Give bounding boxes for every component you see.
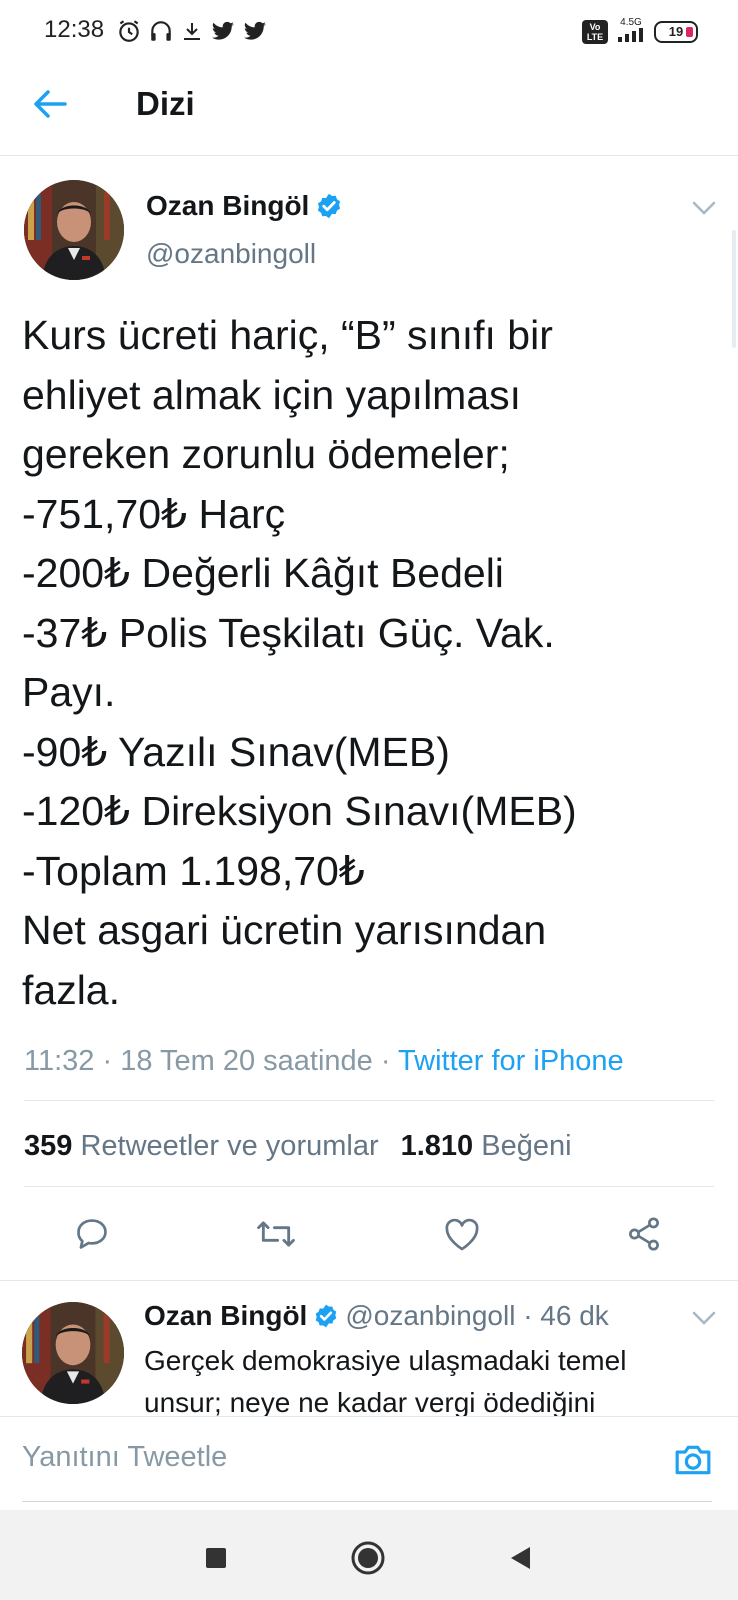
chevron-down-icon[interactable] bbox=[690, 1306, 718, 1330]
share-button[interactable] bbox=[622, 1212, 666, 1256]
verified-badge-icon bbox=[316, 1304, 337, 1328]
reply-author-name: Ozan Bingöl bbox=[144, 1300, 308, 1331]
triangle-back-icon bbox=[511, 1547, 530, 1569]
like-button[interactable] bbox=[440, 1212, 484, 1256]
square-icon bbox=[206, 1548, 226, 1568]
author-avatar[interactable] bbox=[24, 180, 124, 280]
tweet-text: Kurs ücreti hariç, “B” sınıfı bir ehliye… bbox=[22, 312, 577, 1013]
retweets-count: 359 bbox=[24, 1130, 73, 1162]
battery-icon: 19 bbox=[654, 20, 698, 43]
author-name-text: Ozan Bingöl bbox=[146, 190, 310, 221]
likes-count: 1.810 bbox=[400, 1130, 474, 1162]
home-circle-icon bbox=[351, 1541, 385, 1575]
scrollbar[interactable] bbox=[732, 230, 736, 348]
status-time: 12:38 bbox=[44, 16, 105, 43]
system-nav-bar bbox=[0, 1510, 738, 1600]
share-icon bbox=[629, 1217, 659, 1251]
network-type: 4.5G bbox=[616, 18, 646, 45]
retweets-stat[interactable]: 359 Retweetler ve yorumlar bbox=[24, 1130, 379, 1162]
retweets-label: Retweetler ve yorumlar bbox=[80, 1130, 379, 1162]
back-button[interactable] bbox=[28, 82, 72, 126]
headset-icon bbox=[151, 21, 171, 41]
divider bbox=[0, 1280, 738, 1281]
twitter-bird-icon bbox=[212, 21, 234, 40]
camera-button[interactable] bbox=[672, 1439, 714, 1481]
likes-label: Beğeni bbox=[481, 1130, 572, 1162]
avatar-image bbox=[24, 180, 124, 280]
verified-badge-icon bbox=[318, 193, 341, 219]
author-handle[interactable]: @ozanbingoll bbox=[146, 238, 316, 270]
chevron-down-icon[interactable] bbox=[690, 196, 718, 220]
camera-icon bbox=[675, 1445, 711, 1475]
volte-icon: Vo LTE bbox=[582, 19, 608, 44]
alarm-icon bbox=[119, 20, 139, 42]
tweet-timestamp: 11:32 · 18 Tem 20 saatinde · bbox=[24, 1045, 399, 1077]
retweet-button[interactable] bbox=[254, 1212, 298, 1256]
recents-button[interactable] bbox=[194, 1536, 238, 1580]
compose-bar bbox=[0, 1416, 738, 1510]
app-header: Dizi bbox=[0, 52, 738, 156]
battery-level bbox=[686, 26, 693, 37]
reply-author-avatar[interactable] bbox=[22, 1302, 124, 1404]
home-button[interactable] bbox=[346, 1536, 390, 1580]
likes-stat[interactable]: 1.810 Beğeni bbox=[401, 1130, 572, 1162]
download-icon bbox=[184, 23, 200, 40]
divider bbox=[24, 1186, 714, 1187]
avatar-image bbox=[22, 1302, 124, 1404]
author-name[interactable]: Ozan Bingöl bbox=[146, 190, 343, 222]
status-bar: 12:38 Vo LTE 4.5G 19 bbox=[0, 0, 738, 52]
divider bbox=[24, 1100, 714, 1101]
retweet-icon bbox=[257, 1221, 295, 1247]
tweet-meta: 11:32 · 18 Tem 20 saatinde · Twitter for… bbox=[24, 1045, 624, 1078]
tweet-stats: 359 Retweetler ve yorumlar 1.810 Beğeni bbox=[24, 1130, 572, 1163]
back-nav-button[interactable] bbox=[498, 1536, 542, 1580]
page-title: Dizi bbox=[136, 85, 195, 122]
signal-icon bbox=[618, 28, 643, 42]
notification-icons bbox=[116, 18, 268, 44]
reply-button[interactable] bbox=[70, 1212, 114, 1256]
arrow-left-icon bbox=[34, 90, 67, 118]
reply-text: Gerçek demokrasiye ulaşmadaki temel unsu… bbox=[144, 1345, 627, 1418]
reply-input[interactable] bbox=[22, 1427, 652, 1487]
twitter-bird-icon bbox=[244, 21, 266, 40]
reply-icon bbox=[77, 1219, 107, 1249]
tweet-actions bbox=[0, 1212, 738, 1268]
system-icons: Vo LTE 4.5G 19 bbox=[582, 18, 698, 45]
reply-header[interactable]: Ozan Bingöl @ozanbingoll · 46 dk bbox=[144, 1300, 609, 1332]
reply-handle-time: @ozanbingoll · 46 dk bbox=[345, 1300, 609, 1331]
tweet-source-link[interactable]: Twitter for iPhone bbox=[398, 1045, 624, 1077]
input-underline bbox=[22, 1501, 712, 1502]
like-icon bbox=[445, 1218, 479, 1251]
